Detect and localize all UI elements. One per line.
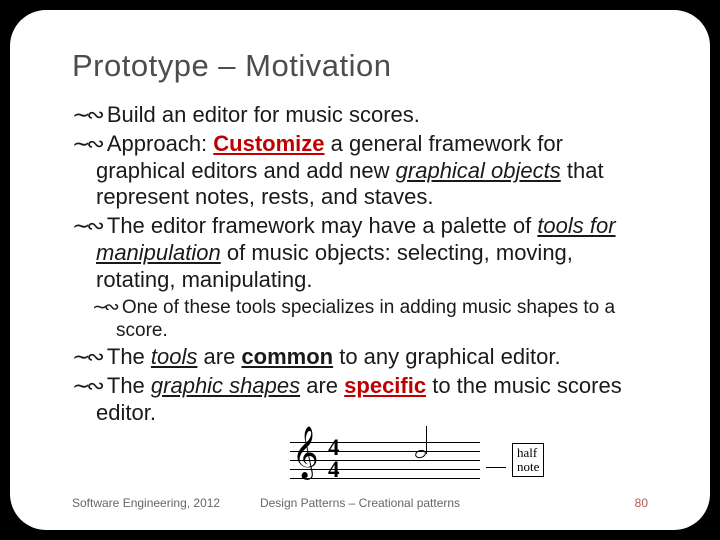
staff-line <box>290 478 480 479</box>
bullet-text-emphasis: specific <box>344 373 426 398</box>
slide-footer: Software Engineering, 2012 Design Patter… <box>72 496 648 510</box>
slide-body: ∼∾Build an editor for music scores. ∼∾Ap… <box>72 102 648 488</box>
bullet-text: The <box>107 373 151 398</box>
bullet-item: ∼∾Build an editor for music scores. <box>72 102 648 129</box>
bullet-icon: ∼∾ <box>72 131 101 156</box>
bullet-text-emphasis: common <box>241 344 333 369</box>
bullet-item: ∼∾The editor framework may have a palett… <box>72 213 648 293</box>
bullet-text: to any graphical editor. <box>333 344 560 369</box>
note-head <box>414 448 427 459</box>
callout-connector <box>486 467 506 468</box>
bullet-icon: ∼∾ <box>72 102 101 127</box>
music-staff-figure: 𝄞 4 4 half note <box>290 436 544 484</box>
bullet-icon: ∼∾ <box>72 213 101 238</box>
bullet-item: ∼∾Approach: Customize a general framewor… <box>72 131 648 211</box>
bullet-text-emphasis: tools <box>151 344 197 369</box>
bullet-item: ∼∾The tools are common to any graphical … <box>72 344 648 371</box>
treble-clef-icon: 𝄞 <box>292 430 319 475</box>
callout-text: half <box>517 446 539 460</box>
bullet-text: Build an editor for music scores. <box>107 102 420 127</box>
bullet-text: The <box>107 344 151 369</box>
time-sig-bottom: 4 <box>328 459 340 481</box>
slide-title: Prototype – Motivation <box>72 48 648 84</box>
page-number: 80 <box>635 496 648 510</box>
bullet-text: Approach: <box>107 131 213 156</box>
bullet-text: are <box>197 344 241 369</box>
bullet-text-emphasis: Customize <box>213 131 324 156</box>
bullet-item: ∼∾The graphic shapes are specific to the… <box>72 373 648 427</box>
footer-center: Design Patterns – Creational patterns <box>260 496 460 510</box>
callout-text: note <box>517 460 539 474</box>
footer-left: Software Engineering, 2012 <box>72 496 220 510</box>
music-staff: 𝄞 4 4 <box>290 436 480 484</box>
bullet-icon: ∼∾ <box>92 297 116 318</box>
time-sig-top: 4 <box>328 437 340 459</box>
bullet-text: are <box>300 373 344 398</box>
sub-bullet-item: ∼∾One of these tools specializes in addi… <box>92 296 648 342</box>
bullet-icon: ∼∾ <box>72 344 101 369</box>
bullet-icon: ∼∾ <box>72 373 101 398</box>
slide: Prototype – Motivation ∼∾Build an editor… <box>10 10 710 530</box>
bullet-text: The editor framework may have a palette … <box>107 213 537 238</box>
bullet-text-emphasis: graphical objects <box>396 158 561 183</box>
bullet-text: One of these tools specializes in adding… <box>116 297 615 341</box>
note-callout-box: half note <box>512 443 544 476</box>
half-note-icon <box>415 450 426 458</box>
note-stem <box>426 426 428 454</box>
time-signature: 4 4 <box>328 437 340 481</box>
bullet-text-emphasis: graphic shapes <box>151 373 300 398</box>
